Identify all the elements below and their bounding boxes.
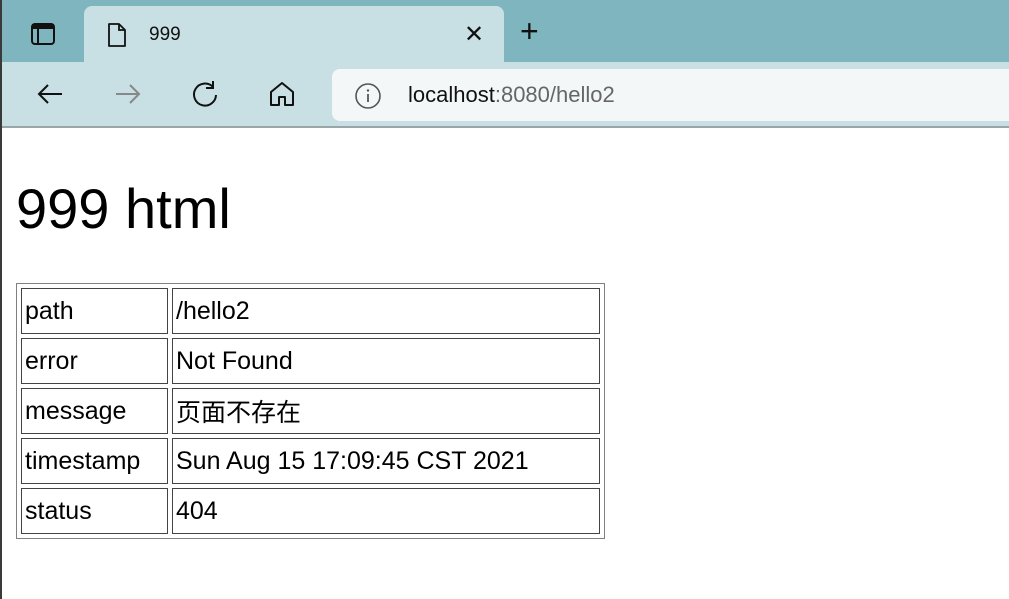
new-tab-icon[interactable]: + <box>520 15 539 47</box>
tab-strip: 999 ✕ + <box>0 0 1009 64</box>
forward-icon[interactable] <box>112 78 144 110</box>
row-value: /hello2 <box>172 288 600 334</box>
home-icon[interactable] <box>266 78 298 110</box>
row-value: Sun Aug 15 17:09:45 CST 2021 <box>172 438 600 484</box>
page-icon <box>108 23 126 47</box>
row-value: 页面不存在 <box>172 388 600 434</box>
row-key: path <box>21 288 168 334</box>
sidebar-toggle-icon[interactable] <box>30 22 56 46</box>
close-tab-icon[interactable]: ✕ <box>464 20 484 49</box>
table-row: path/hello2 <box>21 288 600 334</box>
table-row: timestamp Sun Aug 15 17:09:45 CST 2021 <box>21 438 600 484</box>
address-bar[interactable]: localhost:8080/hello2 <box>332 69 1009 121</box>
page-heading: 999 html <box>16 177 231 240</box>
url-text[interactable]: localhost:8080/hello2 <box>408 82 615 108</box>
table-row: status 404 <box>21 488 600 534</box>
row-key: timestamp <box>21 438 168 484</box>
url-path: :8080/hello2 <box>494 82 615 107</box>
row-key: status <box>21 488 168 534</box>
info-icon[interactable] <box>354 82 382 110</box>
table-row: message 页面不存在 <box>21 388 600 434</box>
window-edge <box>0 0 2 599</box>
tab-title: 999 <box>149 24 181 45</box>
reload-icon[interactable] <box>189 78 221 110</box>
back-icon[interactable] <box>34 78 66 110</box>
row-value: Not Found <box>172 338 600 384</box>
row-key: message <box>21 388 168 434</box>
row-value: 404 <box>172 488 600 534</box>
error-table: path/hello2 error Not Found message 页面不存在 … <box>16 283 605 539</box>
row-key: error <box>21 338 168 384</box>
url-host: localhost <box>408 82 495 107</box>
toolbar: localhost:8080/hello2 <box>0 62 1009 128</box>
tab-active[interactable]: 999 ✕ <box>84 6 504 64</box>
table-row: error Not Found <box>21 338 600 384</box>
